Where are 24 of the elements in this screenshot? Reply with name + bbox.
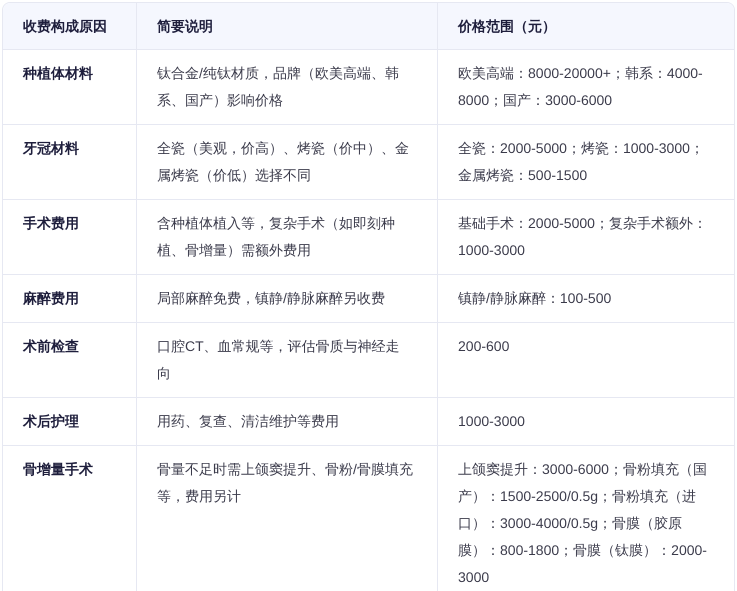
table-cell-text: 术后护理 xyxy=(23,412,80,431)
table-cell-text: 上颌窦提升：3000-6000；骨粉填充（国产）：1500-2500/0.5g；骨粉填充（进口）：3000-4000/0.5g；骨膜（胶原膜）：800-1800；骨膜（钛膜）：2000-3000 xyxy=(458,460,708,587)
table-cell-text: 含种植体植入等，复杂手术（如即刻种植、骨增量）需额外费用 xyxy=(157,214,396,260)
table-cell-text: 术前检查 xyxy=(23,337,80,356)
table-cell-text: 口腔CT、血常规等，评估骨质与神经走向 xyxy=(157,337,401,383)
table-cell-text: 用药、复查、清洁维护等费用 xyxy=(157,412,340,431)
table-cell-text: 基础手术：2000-5000；复杂手术额外：1000-3000 xyxy=(458,214,708,260)
table-cell-text: 1000-3000 xyxy=(458,412,526,431)
table-cell-text: 种植体材料 xyxy=(23,64,94,83)
column-header: 收费构成原因 xyxy=(22,16,108,36)
table-cell-text: 全瓷（美观，价高）、烤瓷（价中）、金属烤瓷（价低）选择不同 xyxy=(157,139,410,185)
table-cell-text: 骨增量手术 xyxy=(23,460,94,479)
table-cell-text: 镇静/静脉麻醉：100-500 xyxy=(458,289,612,308)
table-cell-text: 钛合金/纯钛材质，品牌（欧美高端、韩系、国产）影响价格 xyxy=(157,64,400,110)
table-cell-text: 手术费用 xyxy=(23,214,80,233)
table-cell-text: 全瓷：2000-5000；烤瓷：1000-3000；金属烤瓷：500-1500 xyxy=(458,139,705,185)
table-cell-text: 200-600 xyxy=(458,337,510,356)
table-cell-text: 牙冠材料 xyxy=(23,139,80,158)
table-cell-text: 骨量不足时需上颌窦提升、骨粉/骨膜填充等，费用另计 xyxy=(157,460,413,506)
table-cell-text: 欧美高端：8000-20000+；韩系：4000-8000；国产：3000-6000 xyxy=(458,64,704,110)
table-cell-text: 局部麻醉免费，镇静/静脉麻醉另收费 xyxy=(157,289,386,308)
column-header: 价格范围（元） xyxy=(437,3,734,49)
column-header: 简要说明 xyxy=(136,3,437,49)
table-cell-text: 麻醉费用 xyxy=(23,289,80,308)
